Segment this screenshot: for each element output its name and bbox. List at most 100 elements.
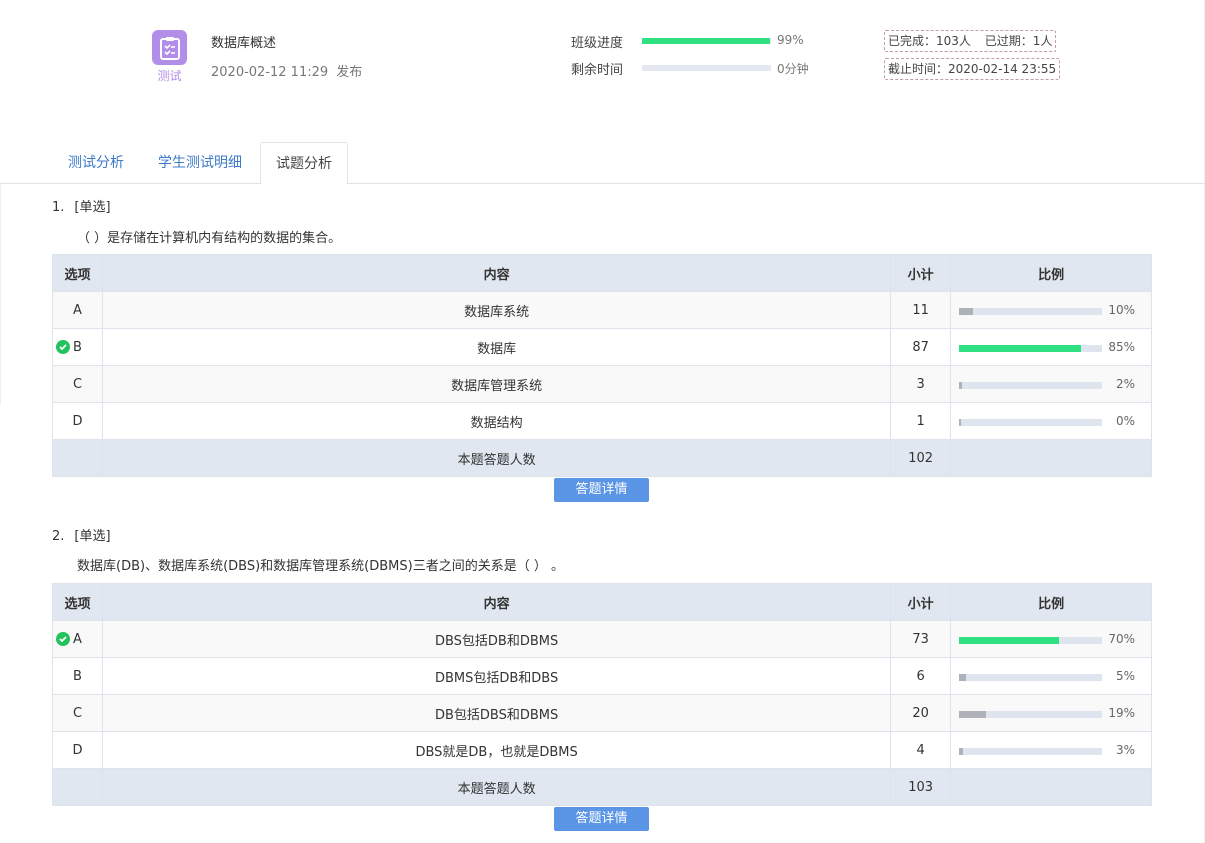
class-progress-bar [642,38,771,44]
option-letter-cell: A [52,620,103,658]
col-option: 选项 [52,254,103,292]
overdue-count: 已过期：1人 [984,34,1053,48]
completion-stats: 已完成：103人 已过期：1人 [884,30,1057,52]
question-2-header: 2. [单选] [52,525,111,544]
option-content: 数据库管理系统 [101,365,892,403]
ratio-fill [959,382,962,389]
ratio-text: 2% [1115,377,1135,391]
col-count: 小计 [890,254,952,292]
col-ratio: 比例 [950,254,1152,292]
tab-question-analysis[interactable]: 试题分析 [260,142,348,185]
option-count: 1 [890,402,952,440]
question-2-stats-table: 选项 内容 小计 比例 A DBS包括DB和DBMS 73 70% B DBMS… [52,583,1152,806]
remaining-time-bar [642,65,771,71]
table-row: B 数据库 87 85% [52,328,1152,366]
ratio-text: 19% [1108,706,1135,720]
total-label: 本题答题人数 [101,768,892,806]
ratio-text: 85% [1108,340,1135,354]
tab-bar: 测试分析 学生测试明细 试题分析 [0,142,1205,185]
table-total-row: 本题答题人数 102 [52,439,1152,477]
ratio-bar [959,345,1103,352]
tab-test-analysis[interactable]: 测试分析 [56,142,136,184]
page-left-border [0,184,1,404]
option-count: 87 [890,328,952,366]
option-letter: A [52,291,103,329]
col-ratio: 比例 [950,583,1152,621]
option-ratio: 19% [950,694,1152,732]
ratio-text: 0% [1115,414,1135,428]
table-row: C 数据库管理系统 3 2% [52,365,1152,403]
question-number: 1. [52,200,65,215]
deadline-box: 截止时间：2020-02-14 23:55 [884,58,1061,80]
ratio-bar [959,748,1103,755]
remaining-time-label: 剩余时间 [571,63,624,78]
question-2-detail-button[interactable]: 答题详情 [554,807,649,831]
ratio-bar [959,674,1103,681]
ratio-bar [959,419,1103,426]
option-content: 数据库 [101,328,892,366]
option-ratio: 0% [950,402,1152,440]
option-count: 73 [890,620,952,658]
test-header: 测试 数据库概述 2020-02-12 11:29 发布 班级进度 99% 剩余… [0,0,1205,110]
publish-suffix: 发布 [336,65,363,80]
option-count: 20 [890,694,952,732]
deadline-text: 截止时间：2020-02-14 23:55 [888,62,1057,76]
option-letter-cell: B [52,328,103,366]
option-letter: A [73,631,82,647]
col-content: 内容 [101,583,892,621]
table-row: D 数据结构 1 0% [52,402,1152,440]
total-empty-cell [52,439,103,477]
option-content: 数据库系统 [101,291,892,329]
option-letter: D [52,402,103,440]
question-type: [单选] [74,200,111,215]
option-ratio: 5% [950,657,1152,695]
total-count: 103 [890,768,952,806]
correct-check-icon [56,632,70,646]
option-ratio: 85% [950,328,1152,366]
ratio-bar [959,382,1103,389]
ratio-fill [959,308,974,315]
total-empty-cell [52,768,103,806]
option-letter: B [73,339,82,355]
ratio-text: 5% [1115,669,1135,683]
ratio-bar [959,711,1103,718]
completed-count: 已完成：103人 [888,34,971,48]
ratio-text: 70% [1108,632,1135,646]
ratio-text: 10% [1108,303,1135,317]
option-content: DBS包括DB和DBMS [101,620,892,658]
table-row: D DBS就是DB，也就是DBMS 4 3% [52,731,1152,769]
option-content: DBS就是DB，也就是DBMS [101,731,892,769]
col-count: 小计 [890,583,952,621]
ratio-text: 3% [1115,743,1135,757]
class-progress-fill [642,38,770,44]
total-label: 本题答题人数 [101,439,892,477]
table-row: B DBMS包括DB和DBS 6 5% [52,657,1152,695]
option-count: 4 [890,731,952,769]
option-letter: D [52,731,103,769]
tab-student-details[interactable]: 学生测试明细 [148,142,252,184]
option-ratio: 2% [950,365,1152,403]
option-count: 11 [890,291,952,329]
table-row: A DBS包括DB和DBMS 73 70% [52,620,1152,658]
ratio-fill [959,345,1081,352]
table-total-row: 本题答题人数 103 [52,768,1152,806]
col-content: 内容 [101,254,892,292]
col-option: 选项 [52,583,103,621]
ratio-fill [959,711,987,718]
question-1-detail-button[interactable]: 答题详情 [554,478,649,502]
option-letter: C [52,694,103,732]
remaining-time-value: 0分钟 [777,62,809,76]
question-number: 2. [52,529,65,544]
total-ratio-empty [950,439,1152,477]
correct-check-icon [56,340,70,354]
class-progress-label: 班级进度 [571,36,624,51]
option-ratio: 10% [950,291,1152,329]
ratio-fill [959,637,1060,644]
option-count: 6 [890,657,952,695]
total-ratio-empty [950,768,1152,806]
question-1-header: 1. [单选] [52,196,111,215]
option-content: DBMS包括DB和DBS [101,657,892,695]
ratio-bar [959,637,1103,644]
ratio-bar [959,308,1103,315]
class-progress-value: 99% [777,33,804,47]
